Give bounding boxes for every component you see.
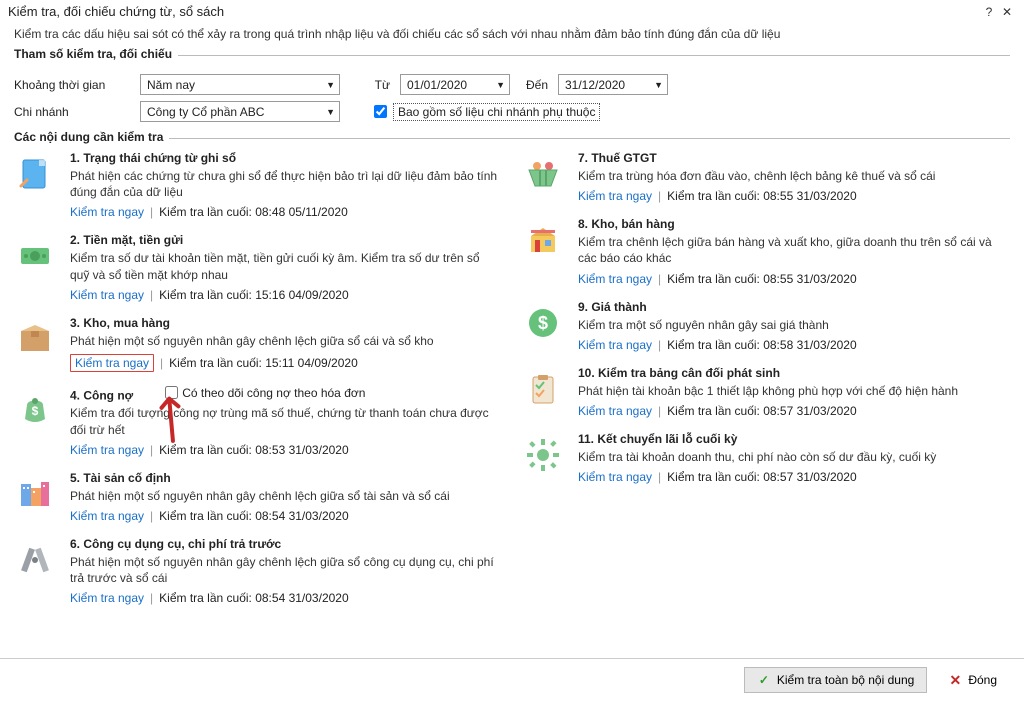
item-right-1-desc: Kiểm tra chênh lệch giữa bán hàng và xuấ…: [578, 234, 1010, 266]
item-left-0-desc: Phát hiện các chứng từ chưa ghi sổ để th…: [70, 168, 502, 200]
item-right-3: 10. Kiểm tra bảng cân đối phát sinh Phát …: [522, 366, 1010, 418]
x-icon: ✕: [948, 673, 962, 687]
include-subbranch-label: Bao gồm số liệu chi nhánh phụ thuộc: [393, 103, 600, 121]
item-left-4-last-check: Kiểm tra lần cuối: 08:54 31/03/2020: [159, 509, 348, 523]
item-left-5-icon: [14, 539, 56, 581]
branch-select[interactable]: Công ty Cổ phần ABC▼: [140, 101, 340, 122]
item-right-0-last-check: Kiểm tra lần cuối: 08:55 31/03/2020: [667, 189, 856, 203]
item-right-2-check-now-link[interactable]: Kiểm tra ngay: [578, 338, 652, 352]
svg-text:$: $: [32, 404, 39, 418]
item-left-4-title: 5. Tài sản cố định: [70, 471, 502, 485]
item-left-0: 1. Trạng thái chứng từ ghi sổ Phát hiện c…: [14, 151, 502, 219]
item-left-4-icon: [14, 473, 56, 515]
item-right-2-desc: Kiểm tra một số nguyên nhân gây sai giá …: [578, 317, 1010, 333]
branch-label: Chi nhánh: [14, 105, 134, 119]
help-icon[interactable]: ?: [980, 5, 998, 19]
item-left-3-icon: $: [14, 388, 56, 430]
item-right-0-title: 7. Thuế GTGT: [578, 151, 1010, 165]
item-left-5-desc: Phát hiện một số nguyên nhân gây chênh l…: [70, 554, 502, 586]
item-right-0-desc: Kiểm tra trùng hóa đơn đầu vào, chênh lệ…: [578, 168, 1010, 184]
item-right-4-check-now-link[interactable]: Kiểm tra ngay: [578, 470, 652, 484]
item-right-1-last-check: Kiểm tra lần cuối: 08:55 31/03/2020: [667, 272, 856, 286]
item-right-0-check-now-link[interactable]: Kiểm tra ngay: [578, 189, 652, 203]
period-select[interactable]: Năm nay▼: [140, 74, 340, 95]
dialog-title: Kiểm tra, đối chiếu chứng từ, sổ sách: [8, 4, 980, 19]
item-left-0-last-check: Kiểm tra lần cuối: 08:48 05/11/2020: [159, 205, 348, 219]
from-date-input[interactable]: 01/01/2020▼: [400, 74, 510, 95]
item-right-4-title: 11. Kết chuyển lãi lỗ cuối kỳ: [578, 432, 1010, 446]
item-right-3-desc: Phát hiện tài khoản bậc 1 thiết lập khôn…: [578, 383, 1010, 399]
item-left-2: 3. Kho, mua hàng Phát hiện một số nguyên …: [14, 316, 502, 372]
item-left-4-desc: Phát hiện một số nguyên nhân gây chênh l…: [70, 488, 502, 504]
item-left-1-last-check: Kiểm tra lần cuối: 15:16 04/09/2020: [159, 288, 348, 302]
item-left-5-last-check: Kiểm tra lần cuối: 08:54 31/03/2020: [159, 591, 348, 605]
item-right-4: 11. Kết chuyển lãi lỗ cuối kỳ Kiểm tra tà…: [522, 432, 1010, 484]
item-left-5-title: 6. Công cụ dụng cụ, chi phí trả trước: [70, 537, 502, 551]
fieldset-params-label: Tham số kiểm tra, đối chiếu: [14, 47, 178, 61]
item-right-4-icon: [522, 434, 564, 476]
item-right-3-check-now-link[interactable]: Kiểm tra ngay: [578, 404, 652, 418]
item-left-0-title: 1. Trạng thái chứng từ ghi sổ: [70, 151, 502, 165]
dialog-subtitle: Kiểm tra các dấu hiệu sai sót có thể xảy…: [0, 21, 1024, 49]
item-right-2: $9. Giá thành Kiểm tra một số nguyên nhân…: [522, 300, 1010, 352]
item-left-5: 6. Công cụ dụng cụ, chi phí trả trước Phá…: [14, 537, 502, 605]
close-button[interactable]: ✕ Đóng: [935, 667, 1010, 693]
item-left-3-check-now-link[interactable]: Kiểm tra ngay: [70, 443, 144, 457]
item-left-5-check-now-link[interactable]: Kiểm tra ngay: [70, 591, 144, 605]
item-left-4: 5. Tài sản cố định Phát hiện một số nguyê…: [14, 471, 502, 523]
check-all-button[interactable]: ✓ Kiểm tra toàn bộ nội dung: [744, 667, 927, 693]
item-left-2-title: 3. Kho, mua hàng: [70, 316, 502, 330]
item-left-1-icon: [14, 235, 56, 277]
item-right-1-icon: [522, 219, 564, 261]
item-left-3-inline-checkbox[interactable]: Có theo dõi công nợ theo hóa đơn: [165, 386, 365, 400]
from-label: Từ: [346, 78, 394, 92]
item-left-3-last-check: Kiểm tra lần cuối: 08:53 31/03/2020: [159, 443, 348, 457]
item-left-3: $4. Công nợCó theo dõi công nợ theo hóa …: [14, 386, 502, 457]
item-right-1: 8. Kho, bán hàng Kiểm tra chênh lệch giữa…: [522, 217, 1010, 285]
to-label: Đến: [516, 78, 552, 92]
check-icon: ✓: [757, 673, 771, 687]
svg-text:$: $: [538, 313, 548, 333]
item-left-1-desc: Kiểm tra số dư tài khoản tiền mặt, tiền …: [70, 250, 502, 282]
item-left-3-desc: Kiểm tra đối tượng công nợ trùng mã số t…: [70, 405, 502, 437]
close-icon[interactable]: ✕: [998, 5, 1016, 19]
item-right-2-last-check: Kiểm tra lần cuối: 08:58 31/03/2020: [667, 338, 856, 352]
item-left-3-title: 4. Công nợCó theo dõi công nợ theo hóa đ…: [70, 386, 502, 403]
period-label: Khoảng thời gian: [14, 78, 134, 92]
item-right-1-check-now-link[interactable]: Kiểm tra ngay: [578, 272, 652, 286]
item-right-0: 7. Thuế GTGT Kiểm tra trùng hóa đơn đầu v…: [522, 151, 1010, 203]
item-left-2-last-check: Kiểm tra lần cuối: 15:11 04/09/2020: [169, 356, 358, 370]
item-right-2-icon: $: [522, 302, 564, 344]
item-left-4-check-now-link[interactable]: Kiểm tra ngay: [70, 509, 144, 523]
include-subbranch-checkbox[interactable]: [374, 105, 387, 118]
item-right-2-title: 9. Giá thành: [578, 300, 1010, 314]
item-left-2-check-now-link[interactable]: Kiểm tra ngay: [70, 354, 154, 372]
item-right-1-title: 8. Kho, bán hàng: [578, 217, 1010, 231]
item-left-1-check-now-link[interactable]: Kiểm tra ngay: [70, 288, 144, 302]
item-left-2-desc: Phát hiện một số nguyên nhân gây chênh l…: [70, 333, 502, 349]
item-right-3-icon: [522, 368, 564, 410]
item-left-0-icon: [14, 153, 56, 195]
item-left-0-check-now-link[interactable]: Kiểm tra ngay: [70, 205, 144, 219]
fieldset-items-label: Các nội dung cần kiểm tra: [14, 130, 169, 144]
item-right-3-last-check: Kiểm tra lần cuối: 08:57 31/03/2020: [667, 404, 856, 418]
item-right-3-title: 10. Kiểm tra bảng cân đối phát sinh: [578, 366, 1010, 380]
item-left-1: 2. Tiền mặt, tiền gửi Kiểm tra số dư tài …: [14, 233, 502, 301]
to-date-input[interactable]: 31/12/2020▼: [558, 74, 668, 95]
item-left-2-icon: [14, 318, 56, 360]
item-right-4-last-check: Kiểm tra lần cuối: 08:57 31/03/2020: [667, 470, 856, 484]
item-right-4-desc: Kiểm tra tài khoản doanh thu, chi phí nà…: [578, 449, 1010, 465]
item-right-0-icon: [522, 153, 564, 195]
item-left-1-title: 2. Tiền mặt, tiền gửi: [70, 233, 502, 247]
